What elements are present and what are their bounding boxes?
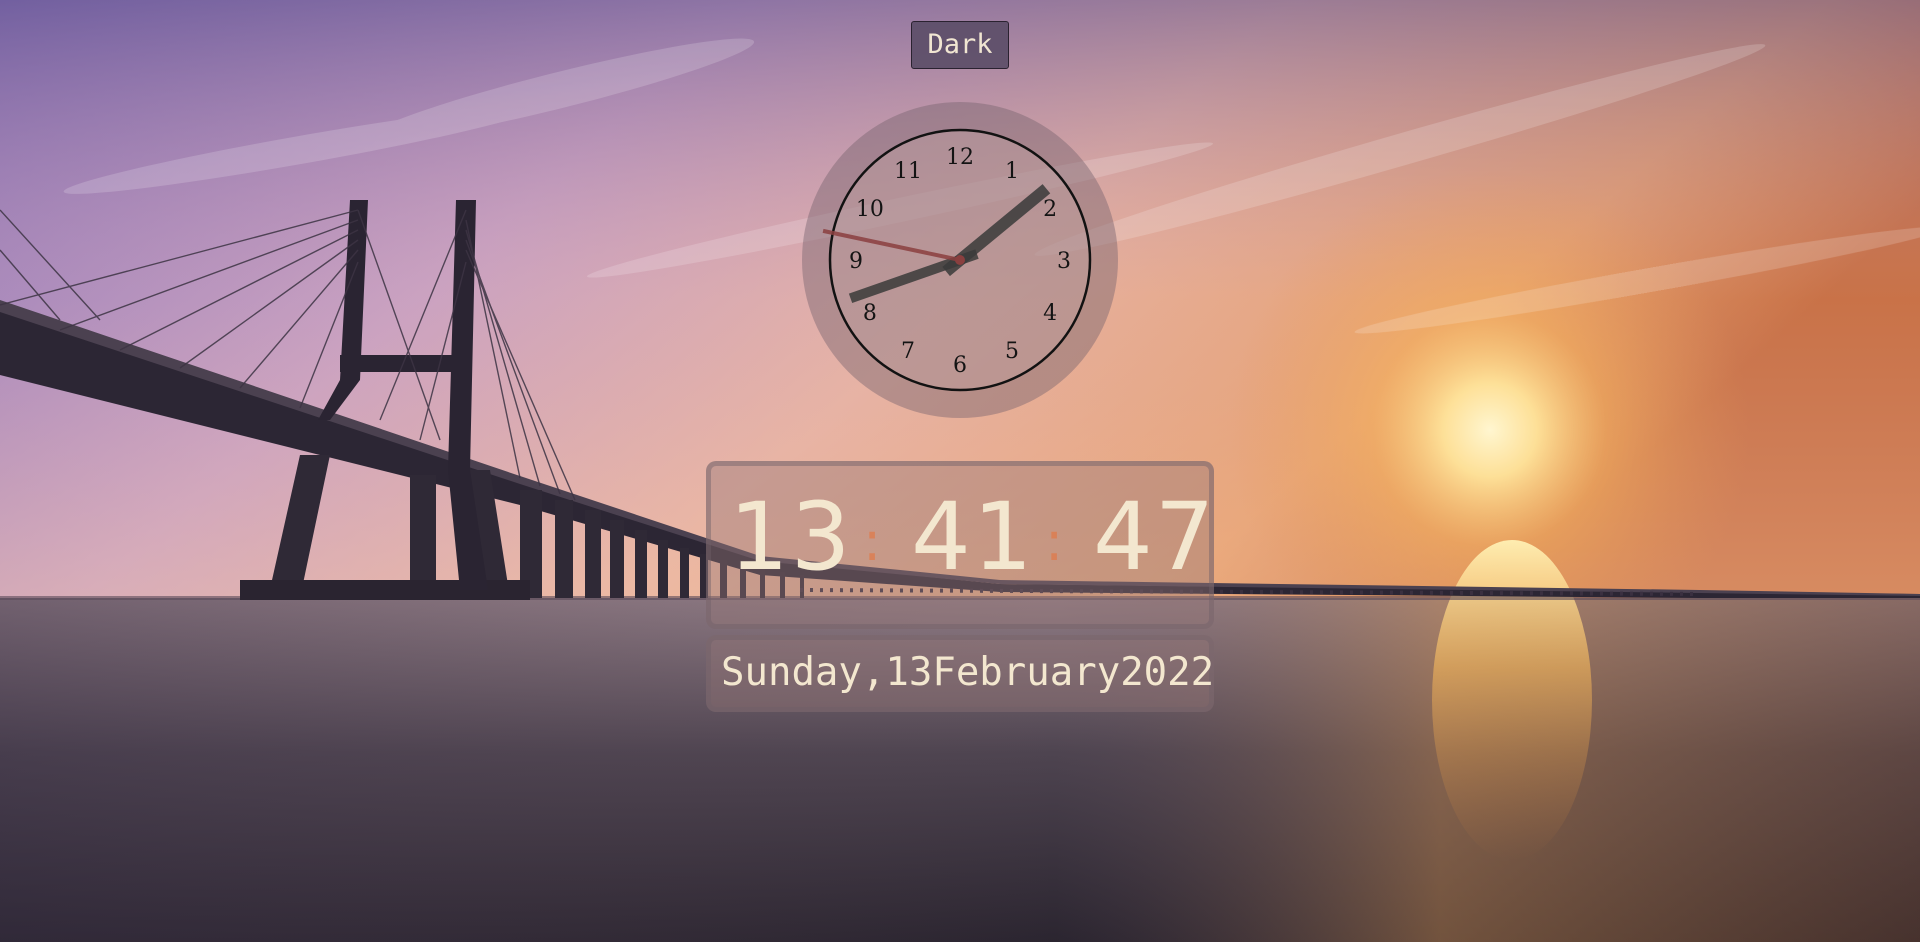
date-weekday: Sunday, <box>721 650 886 695</box>
date-month: February <box>932 650 1121 695</box>
digital-clock-seconds: 47 <box>1093 483 1217 592</box>
analog-clock-numeral: 10 <box>856 197 884 222</box>
analog-clock-numeral: 12 <box>946 145 974 170</box>
digital-clock-hours: 13 <box>729 483 853 592</box>
analog-clock-numeral: 3 <box>1057 249 1071 274</box>
analog-clock-numeral: 6 <box>953 353 967 378</box>
digital-clock-separator: : <box>1045 510 1064 573</box>
digital-clock-minutes: 41 <box>911 483 1035 592</box>
date-year: 2022 <box>1120 650 1215 695</box>
analog-clock-numeral: 8 <box>863 301 877 326</box>
analog-clock-numeral: 1 <box>1005 159 1019 184</box>
analog-clock-numeral: 11 <box>894 159 922 184</box>
analog-clock-numeral: 2 <box>1043 197 1057 222</box>
analog-clock-numeral: 5 <box>1005 339 1019 364</box>
digital-clock: 13 : 41 : 47 <box>706 461 1217 629</box>
date-display: Sunday,13February2022 <box>706 635 1214 712</box>
analog-clock-numeral: 7 <box>901 339 915 364</box>
date-day: 13 <box>885 650 933 695</box>
digital-clock-separator: : <box>863 510 882 573</box>
analog-clock-center-pin <box>955 255 965 265</box>
dark-mode-toggle-button[interactable]: Dark <box>911 21 1009 69</box>
analog-clock-numeral: 4 <box>1043 301 1057 326</box>
analog-clock: 12 12 3 45 6 78 9 10 11 <box>802 102 1118 418</box>
analog-clock-numeral: 9 <box>849 249 863 274</box>
